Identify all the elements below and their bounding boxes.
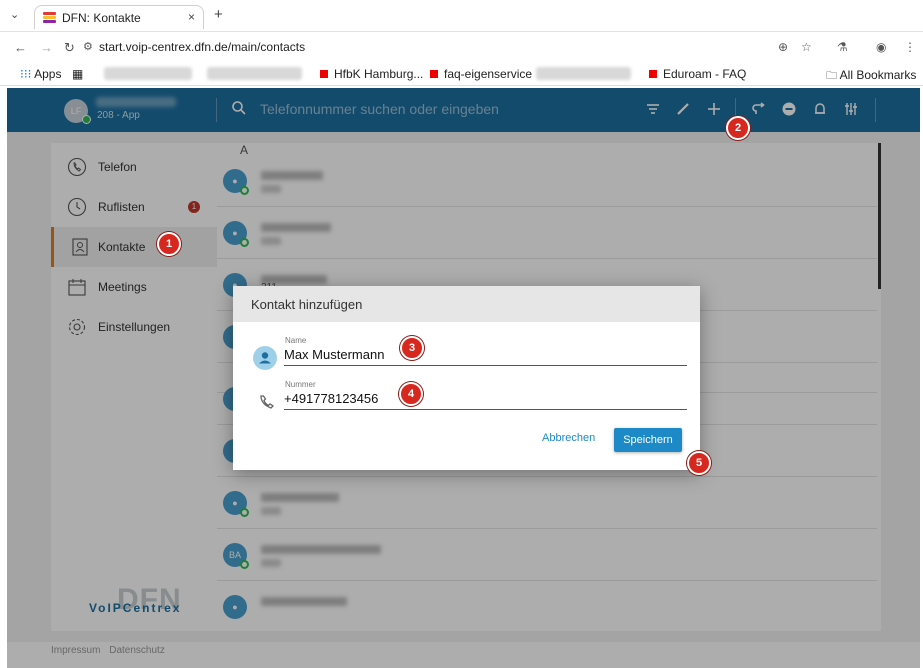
forward-icon[interactable]: → [40, 40, 53, 55]
tab-list-icon[interactable]: ⌄ [10, 8, 19, 21]
reload-icon[interactable]: ↻ [64, 40, 75, 56]
bookmark-eduroam[interactable]: Eduroam - FAQ [649, 67, 746, 81]
step-marker-2: 2 [726, 116, 750, 140]
person-icon [253, 346, 277, 370]
step-marker-5: 5 [687, 451, 711, 475]
dialog-title: Kontakt hinzufügen [233, 286, 700, 322]
bookmark-apps[interactable]: ⁝⁝⁝ Apps [20, 67, 61, 81]
profile-icon[interactable]: ◉ [876, 40, 886, 54]
name-field-label: Name [285, 336, 307, 345]
save-button[interactable]: Speichern [614, 428, 682, 452]
bookmark-faq[interactable]: faq-eigenservice [430, 67, 532, 81]
add-contact-dialog: Kontakt hinzufügen Name Nummer Abbrechen… [233, 286, 700, 470]
back-icon[interactable]: ← [14, 40, 27, 55]
bookmarks-bar: ⁝⁝⁝ Apps ▦ HfbK Hamburg... faq-eigenserv… [0, 62, 923, 86]
dfn-favicon-icon [43, 12, 56, 23]
all-bookmarks[interactable]: 🗀 All Bookmarks [826, 67, 916, 86]
cancel-button[interactable]: Abbrechen [542, 432, 595, 444]
step-marker-4: 4 [399, 382, 423, 406]
bookmark-star-icon[interactable]: ☆ [801, 40, 812, 54]
step-marker-1: 1 [157, 232, 181, 256]
name-input[interactable] [284, 347, 687, 366]
bookmark-hfbk[interactable]: HfbK Hamburg... [320, 67, 423, 81]
url-text[interactable]: start.voip-centrex.dfn.de/main/contacts [99, 40, 305, 54]
tab-title: DFN: Kontakte [62, 11, 141, 25]
tab-close-icon[interactable]: × [188, 10, 195, 24]
number-input[interactable] [284, 391, 687, 410]
new-tab-button[interactable]: + [214, 6, 223, 23]
address-bar: ← → ↻ ⚙ start.voip-centrex.dfn.de/main/c… [0, 32, 923, 62]
bookmark-blurred[interactable] [207, 67, 302, 80]
browser-tab[interactable]: DFN: Kontakte × [34, 5, 204, 29]
step-marker-3: 3 [400, 336, 424, 360]
menu-icon[interactable]: ⋮ [904, 40, 916, 54]
bookmark-blurred[interactable] [536, 67, 631, 80]
bookmark-blurred[interactable] [104, 67, 192, 80]
site-settings-icon[interactable]: ⚙ [83, 40, 93, 53]
zoom-icon[interactable]: ⊕ [778, 40, 788, 54]
number-field-label: Nummer [285, 380, 316, 389]
phone-icon [260, 395, 275, 409]
grid-icon[interactable]: ▦ [72, 67, 83, 81]
labs-icon[interactable]: ⚗ [837, 40, 848, 54]
browser-tab-bar: ⌄ DFN: Kontakte × + [0, 0, 923, 32]
